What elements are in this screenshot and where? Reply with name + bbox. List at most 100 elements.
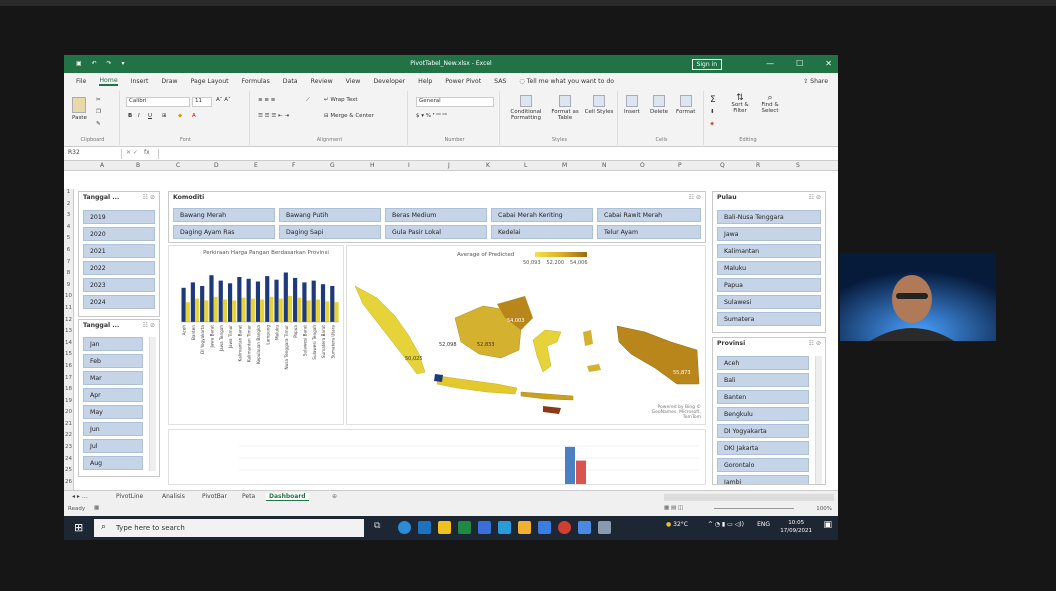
bar-series-2[interactable] [306, 300, 311, 322]
bar-series-1[interactable] [302, 282, 307, 322]
delete-cells-button[interactable]: Delete [650, 95, 668, 115]
notification-icon[interactable]: ▣ [823, 520, 832, 530]
italic-button[interactable]: I [138, 113, 140, 119]
chart-bottom[interactable] [168, 429, 706, 485]
slicer-pulau-item[interactable]: Papua [717, 278, 821, 292]
sheet-nav-arrows[interactable]: ◂ ▸ … [72, 493, 88, 500]
mail-icon[interactable] [418, 521, 431, 534]
tab-power-pivot[interactable]: Power Pivot [445, 78, 481, 85]
column-header[interactable]: Q [720, 162, 725, 169]
slicer-bulan-item[interactable]: May [83, 405, 143, 419]
tab-draw[interactable]: Draw [161, 78, 177, 85]
slicer-tahun-item[interactable]: 2022 [83, 261, 155, 275]
multiselect-clear-filter-icon[interactable]: ☷ ⊘ [809, 194, 821, 201]
zoom-slider[interactable] [714, 508, 794, 509]
slicer-pulau-item[interactable]: Sulawesi [717, 295, 821, 309]
column-header[interactable]: K [486, 162, 490, 169]
bar-series-2[interactable] [241, 297, 246, 322]
slicer-tahun-item[interactable]: 2024 [83, 295, 155, 309]
align-top-icon[interactable]: ≡ ≡ ≡ [258, 97, 275, 103]
fill-icon[interactable]: ⬇ [710, 109, 715, 115]
bar-series-2[interactable] [185, 302, 190, 322]
bar-series-2[interactable] [232, 300, 237, 322]
borders-icon[interactable]: ⊞ [162, 113, 167, 119]
row-header[interactable]: 22 [64, 432, 73, 444]
orientation-icon[interactable]: ⟋ [306, 97, 310, 104]
slicer-bulan-item[interactable]: Feb [83, 354, 143, 368]
bold-button[interactable]: B [128, 113, 132, 119]
conditional-formatting-button[interactable]: Conditional Formatting [506, 95, 546, 121]
row-header[interactable]: 2 [64, 201, 73, 213]
row-header[interactable]: 19 [64, 398, 73, 410]
sheet-tab[interactable]: PivotLine [116, 493, 143, 500]
tab-home[interactable]: Home [99, 77, 118, 86]
multiselect-clear-filter-icon[interactable]: ☷ ⊘ [689, 194, 701, 201]
bar-series-2[interactable] [269, 296, 274, 322]
bottom-bar-series-2[interactable] [576, 460, 586, 485]
row-header[interactable]: 9 [64, 282, 73, 294]
row-header[interactable]: 23 [64, 444, 73, 456]
fill-color-icon[interactable]: ◆ [178, 113, 182, 119]
number-format-select[interactable]: General [416, 97, 494, 107]
column-header[interactable]: D [214, 162, 219, 169]
bar-series-2[interactable] [287, 295, 293, 322]
row-header[interactable]: 16 [64, 363, 73, 375]
bar-series-2[interactable] [334, 302, 339, 322]
font-size-select[interactable]: 11 [192, 97, 212, 107]
cell-styles-button[interactable]: Cell Styles [584, 95, 614, 115]
fx-icon[interactable]: fx [144, 149, 150, 156]
tab-review[interactable]: Review [311, 78, 333, 85]
bar-series-1[interactable] [255, 281, 261, 323]
row-header[interactable]: 8 [64, 270, 73, 282]
merge-center-button[interactable]: ⊟ Merge & Center [324, 113, 374, 119]
row-header[interactable]: 7 [64, 259, 73, 271]
slicer-bulan-item[interactable]: Jun [83, 422, 143, 436]
tab-developer[interactable]: Developer [373, 78, 405, 85]
tab-page-layout[interactable]: Page Layout [191, 78, 229, 85]
font-color-icon[interactable]: A [192, 113, 196, 119]
bottom-bar-series-1[interactable] [565, 446, 575, 485]
sheet-tab[interactable]: Analisis [162, 493, 185, 500]
row-header[interactable]: 15 [64, 351, 73, 363]
bar-series-1[interactable] [227, 283, 233, 322]
bar-series-1[interactable] [246, 278, 251, 322]
column-header[interactable]: G [330, 162, 335, 169]
column-header[interactable]: F [292, 162, 295, 169]
windows-start-icon[interactable]: ⊞ [74, 522, 86, 534]
slicer-provinsi-item[interactable]: Gorontalo [717, 458, 809, 472]
column-header[interactable]: R [756, 162, 760, 169]
edge-icon[interactable] [398, 521, 411, 534]
app-icon[interactable] [598, 521, 611, 534]
bar-series-1[interactable] [218, 280, 223, 322]
align-left-icon[interactable]: ☰ ☰ ☰ ⇤ ⇥ [258, 113, 289, 119]
bar-series-2[interactable] [325, 301, 330, 322]
format-cells-button[interactable]: Format [676, 95, 695, 115]
row-header[interactable]: 13 [64, 328, 73, 340]
slicer-bulan-item[interactable]: Aug [83, 456, 143, 470]
slicer-provinsi-item[interactable]: DI Yogyakarta [717, 424, 809, 438]
row-header[interactable]: 1 [64, 189, 73, 201]
row-header[interactable]: 10 [64, 293, 73, 305]
slicer-provinsi-item[interactable]: Banten [717, 390, 809, 404]
chart-harga-provinsi[interactable]: Perkiraan Harga Pangan Berdasarkan Provi… [168, 245, 344, 425]
tell-me-search[interactable]: ◌ Tell me what you want to do [519, 78, 614, 85]
tab-view[interactable]: View [346, 78, 361, 85]
row-header[interactable]: 11 [64, 305, 73, 317]
weather[interactable]: ● 32°C [666, 521, 688, 528]
tab-insert[interactable]: Insert [131, 78, 149, 85]
new-sheet-icon[interactable]: ⊕ [332, 493, 337, 500]
chrome-icon[interactable] [558, 521, 571, 534]
view-buttons[interactable]: ▦ ▤ ◫ [664, 505, 683, 511]
name-box[interactable]: R32 [66, 149, 122, 159]
close-button[interactable]: ✕ [825, 59, 832, 68]
row-header[interactable]: 18 [64, 386, 73, 398]
find-select-button[interactable]: ⌕ Find & Select [756, 94, 784, 115]
slicer-komoditi-item[interactable]: Telur Ayam [597, 225, 701, 239]
slicer-pulau-item[interactable]: Sumatera [717, 312, 821, 326]
slicer-provinsi-item[interactable]: Bengkulu [717, 407, 809, 421]
tab-sas[interactable]: SAS [494, 78, 506, 85]
slicer-provinsi-item[interactable]: DKI Jakarta [717, 441, 809, 455]
zoom-level[interactable]: 100% [816, 506, 832, 512]
multiselect-clear-filter-icon[interactable]: ☷ ⊘ [143, 322, 155, 329]
task-view-icon[interactable]: ⧉ [374, 521, 387, 534]
